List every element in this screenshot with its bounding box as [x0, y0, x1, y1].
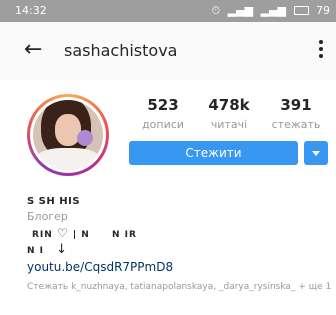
heart-icon: ♡	[56, 226, 69, 240]
battery-level: 79	[316, 4, 330, 17]
avatar	[33, 100, 103, 170]
bio-website-link[interactable]: youtu.be/CqsdR7PPmD8	[27, 260, 173, 274]
stat-following-label: стежать	[271, 118, 321, 131]
status-time: 14:32	[15, 4, 47, 17]
bio-line: RIN ♡ | N N IR	[32, 226, 137, 240]
stat-followers-label: читачі	[210, 118, 248, 131]
more-options-icon[interactable]	[314, 40, 328, 62]
stat-followers-value: 478k	[208, 96, 250, 114]
stat-posts-label: дописи	[142, 118, 184, 131]
status-icons: ⏱ ▂▄▆ ▂▄▆ 79	[208, 4, 330, 18]
arrow-down-icon: ↓	[56, 242, 69, 257]
stat-following[interactable]: 391 стежать	[266, 96, 326, 132]
battery-icon	[293, 6, 309, 15]
stat-posts-value: 523	[147, 96, 179, 114]
suggestions-dropdown-button[interactable]	[304, 141, 328, 165]
stat-posts[interactable]: 523 дописи	[133, 96, 193, 132]
profile-category: Блогер	[27, 210, 68, 223]
bio-line: N I ↓	[27, 242, 69, 257]
stat-following-value: 391	[280, 96, 312, 114]
follow-button[interactable]: Стежити	[129, 141, 298, 165]
profile-header: ← sashachistova	[0, 22, 336, 80]
back-arrow-icon[interactable]: ←	[24, 39, 42, 61]
signal-icon-2: ▂▄▆	[260, 4, 286, 17]
alarm-icon: ⏱	[211, 4, 221, 17]
status-bar: 14:32 ⏱ ▂▄▆ ▂▄▆ 79	[0, 0, 336, 22]
stat-followers[interactable]: 478k читачі	[199, 96, 259, 132]
followed-by-text[interactable]: Стежать k_nuzhnaya, tatianapolanskaya, _…	[27, 281, 332, 294]
signal-icon: ▂▄▆	[227, 4, 254, 17]
avatar-story-ring[interactable]	[27, 94, 109, 176]
caret-down-icon	[312, 151, 320, 156]
profile-display-name: S SH HIS	[27, 196, 81, 207]
profile-username: sashachistova	[64, 41, 178, 60]
